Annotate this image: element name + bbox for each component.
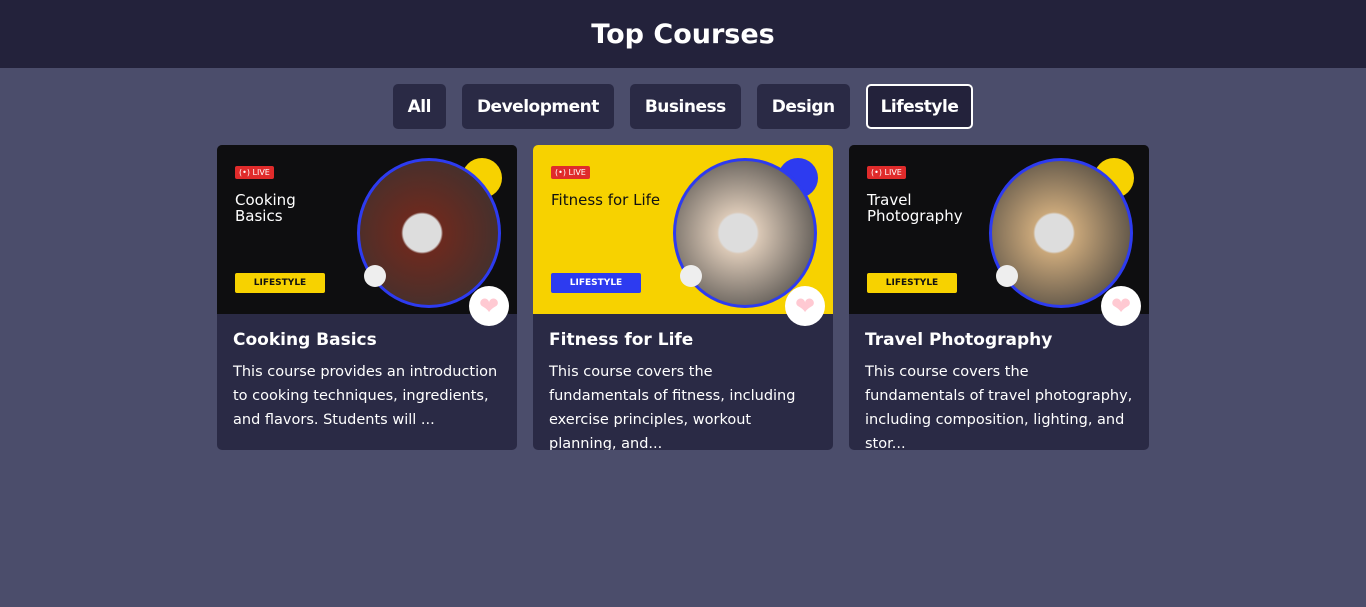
thumbnail-title: Cooking Basics	[235, 191, 296, 225]
page-title: Top Courses	[591, 18, 775, 50]
favorite-heart-icon[interactable]: ❤	[785, 286, 825, 326]
decorative-dot	[680, 265, 702, 287]
filter-business[interactable]: Business	[629, 84, 741, 129]
course-thumbnail: (•) LIVE Fitness for Life LIFESTYLE	[533, 145, 833, 314]
favorite-heart-icon[interactable]: ❤	[469, 286, 509, 326]
course-description: This course covers the fundamentals of f…	[549, 364, 796, 450]
filter-lifestyle[interactable]: Lifestyle	[865, 84, 974, 129]
course-description: This course covers the fundamentals of t…	[865, 364, 1133, 450]
decorative-dot	[996, 265, 1018, 287]
course-thumbnail: (•) LIVE Travel Photography LIFESTYLE	[849, 145, 1149, 314]
header: Top Courses	[0, 0, 1366, 68]
thumbnail-title: Travel Photography	[867, 191, 963, 225]
thumbnail-title: Fitness for Life	[551, 191, 661, 209]
filter-development[interactable]: Development	[461, 84, 614, 129]
category-tag: LIFESTYLE	[867, 273, 957, 293]
decorative-dot	[364, 265, 386, 287]
category-tag: LIFESTYLE	[551, 273, 641, 293]
filter-all[interactable]: All	[392, 84, 446, 129]
filter-design[interactable]: Design	[756, 84, 850, 129]
course-title: Cooking Basics	[233, 330, 377, 350]
course-card[interactable]: (•) LIVE Travel Photography LIFESTYLE ❤ …	[849, 145, 1149, 450]
course-list: (•) LIVE Cooking Basics LIFESTYLE ❤ Cook…	[0, 145, 1366, 450]
category-tag: LIFESTYLE	[235, 273, 325, 293]
course-title: Travel Photography	[865, 330, 1053, 350]
course-description: This course provides an introduction to …	[233, 364, 498, 428]
course-title: Fitness for Life	[549, 330, 694, 350]
live-badge: (•) LIVE	[551, 166, 590, 179]
live-badge: (•) LIVE	[867, 166, 906, 179]
favorite-heart-icon[interactable]: ❤	[1101, 286, 1141, 326]
live-badge: (•) LIVE	[235, 166, 274, 179]
course-thumbnail: (•) LIVE Cooking Basics LIFESTYLE	[217, 145, 517, 314]
course-card[interactable]: (•) LIVE Cooking Basics LIFESTYLE ❤ Cook…	[217, 145, 517, 450]
course-card[interactable]: (•) LIVE Fitness for Life LIFESTYLE ❤ Fi…	[533, 145, 833, 450]
category-filters: All Development Business Design Lifestyl…	[0, 84, 1366, 129]
